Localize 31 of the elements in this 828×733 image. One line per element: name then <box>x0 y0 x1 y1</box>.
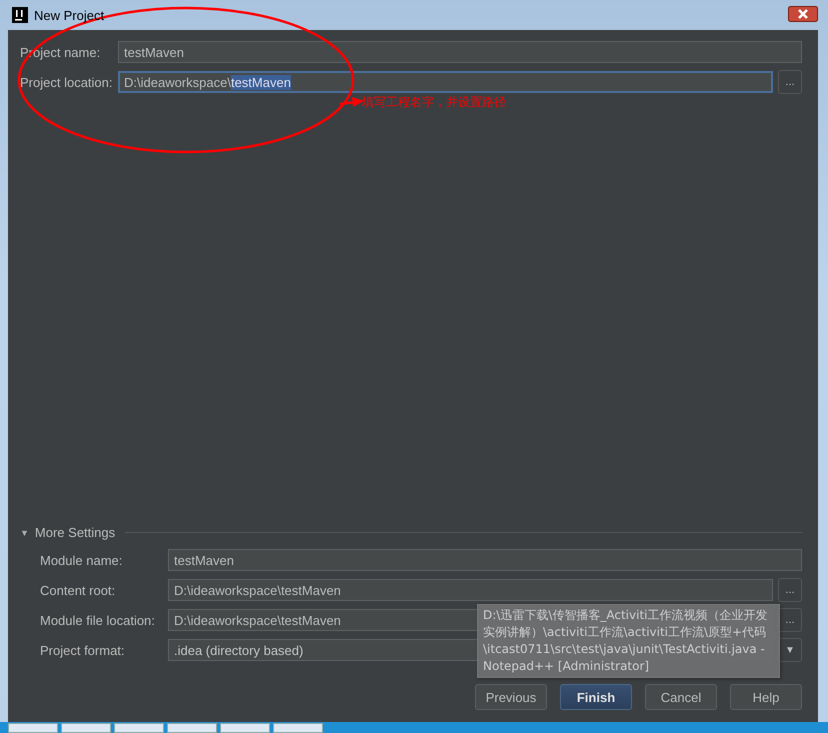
taskbar-button[interactable] <box>61 723 111 733</box>
app-icon <box>12 7 28 23</box>
close-button[interactable] <box>788 6 818 22</box>
tooltip: D:\迅雷下载\传智播客_Activiti工作流视频（企业开发实例讲解）\activiti工作流\activiti工作流\原型+代码\itcast0711\src\test\java\junit\TestActiviti.java - Notepad++ [Administrator] <box>477 604 780 678</box>
input-field[interactable]: testMaven <box>168 549 802 571</box>
input-field[interactable]: testMaven <box>118 41 802 63</box>
expand-toggle[interactable]: ▼ <box>20 528 29 538</box>
input-field[interactable]: D:\ideaworkspace\testMaven <box>118 71 773 93</box>
taskbar-button[interactable] <box>273 723 323 733</box>
field-label: Project location: <box>20 74 114 90</box>
taskbar-button[interactable] <box>114 723 164 733</box>
taskbar-button[interactable] <box>8 723 58 733</box>
input-field[interactable]: D:\ideaworkspace\testMaven <box>168 579 773 601</box>
dropdown-arrow-button[interactable]: ▼ <box>778 638 802 662</box>
browse-button[interactable]: ... <box>778 608 802 632</box>
browse-button[interactable]: ... <box>778 70 802 94</box>
dialog-button[interactable]: Cancel <box>645 684 717 710</box>
field-label: Module file location: <box>40 612 156 628</box>
browse-button[interactable]: ... <box>778 578 802 602</box>
annotation-text: 填写工程名字，并设置路径 <box>362 94 506 111</box>
taskbar-button[interactable] <box>167 723 217 733</box>
dialog-button[interactable]: Help <box>730 684 802 710</box>
field-label: Module name: <box>40 552 124 568</box>
section-title: More Settings <box>34 525 116 540</box>
dialog-button[interactable]: Finish <box>560 684 632 710</box>
taskbar-button[interactable] <box>220 723 270 733</box>
dialog-button[interactable]: Previous <box>475 684 547 710</box>
field-label: Project format: <box>40 642 126 658</box>
field-label: Content root: <box>40 582 116 598</box>
annotation-arrow <box>340 97 364 107</box>
window-title: New Project <box>34 8 106 22</box>
